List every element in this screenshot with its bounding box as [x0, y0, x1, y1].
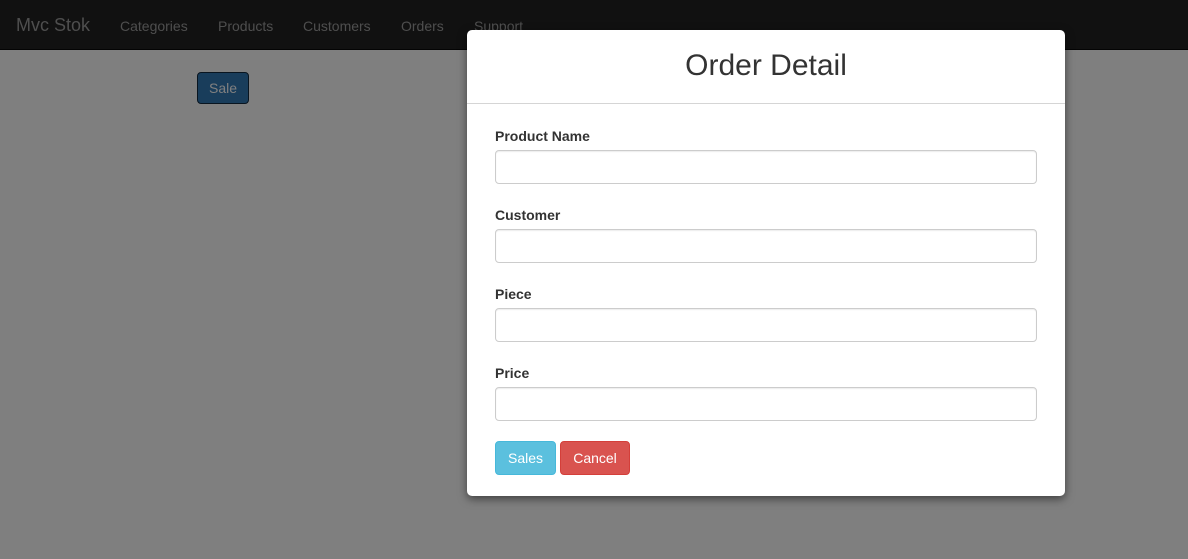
customer-label: Customer [495, 207, 561, 223]
cancel-button[interactable]: Cancel [560, 441, 630, 475]
order-detail-modal: Order Detail Product Name Customer Piece… [467, 30, 1065, 496]
piece-input[interactable] [495, 308, 1037, 342]
customer-input[interactable] [495, 229, 1037, 263]
product-name-label: Product Name [495, 128, 590, 144]
sales-button[interactable]: Sales [495, 441, 556, 475]
modal-header: Order Detail [467, 30, 1065, 104]
product-name-input[interactable] [495, 150, 1037, 184]
piece-label: Piece [495, 286, 532, 302]
price-label: Price [495, 365, 530, 381]
modal-title: Order Detail [685, 49, 847, 82]
price-input[interactable] [495, 387, 1037, 421]
